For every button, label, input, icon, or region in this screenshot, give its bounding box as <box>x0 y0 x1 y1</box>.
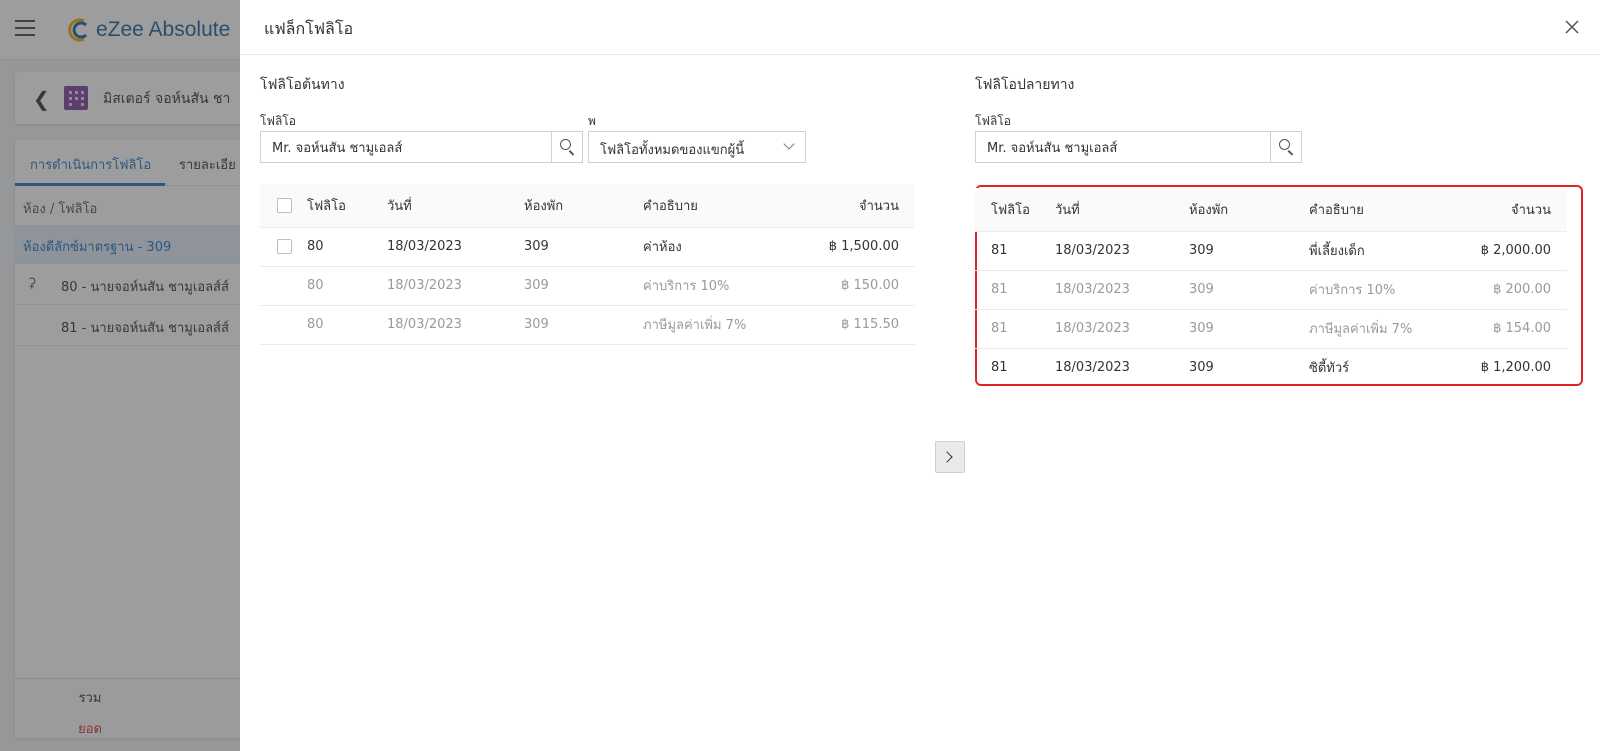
destination-folio-title: โฟลิโอปลายทาง <box>975 77 1075 93</box>
col-date: วันที่ <box>1055 188 1189 232</box>
cell-description: พี่เลี้ยงเด็ก <box>1309 231 1437 271</box>
chevron-down-icon <box>783 138 795 150</box>
cell-amount: ฿ 200.00 <box>1437 270 1567 310</box>
cell-description: ภาษีมูลค่าเพิ่ม 7% <box>1309 309 1437 349</box>
col-description: คำอธิบาย <box>1309 188 1437 232</box>
cell-room: 309 <box>524 305 643 345</box>
destination-search-button[interactable] <box>1270 132 1301 162</box>
cell-date: 18/03/2023 <box>1055 270 1189 310</box>
cell-folio: 81 <box>991 360 1008 376</box>
cell-room: 309 <box>524 227 643 267</box>
destination-folio-input[interactable] <box>976 132 1270 162</box>
table-row: 80 18/03/2023 309 ภาษีมูลค่าเพิ่ม 7% ฿ 1… <box>260 305 915 345</box>
cell-folio: 81 <box>975 270 1055 310</box>
source-folio-input[interactable] <box>261 132 551 162</box>
cell-amount: ฿ 150.00 <box>785 266 915 306</box>
cell-description: ซิตี้ทัวร์ <box>1309 361 1350 377</box>
cell-description: ภาษีมูลค่าเพิ่ม 7% <box>643 305 785 345</box>
destination-folio-search <box>975 131 1302 163</box>
cell-amount: ฿ 2,000.00 <box>1437 231 1567 271</box>
col-folio: โฟลิโอ <box>307 184 387 228</box>
cell-room: 309 <box>524 266 643 306</box>
table-header-row: โฟลิโอ วันที่ ห้องพัก คำอธิบาย จำนวน <box>975 188 1567 232</box>
cell-date: 18/03/2023 <box>1055 309 1189 349</box>
row-checkbox[interactable] <box>277 239 292 254</box>
drawer-header: แฟล็กโฟลิโอ <box>240 0 1600 55</box>
table-row: 80 18/03/2023 309 ค่าบริการ 10% ฿ 150.00 <box>260 266 915 306</box>
col-folio: โฟลิโอ <box>975 188 1055 232</box>
table-row: 81 18/03/2023 309 พี่เลี้ยงเด็ก ฿ 2,000.… <box>975 231 1567 271</box>
cell-room: 309 <box>1189 360 1214 376</box>
cell-date: 18/03/2023 <box>387 266 524 306</box>
cell-amount: ฿ 1,500.00 <box>785 227 915 267</box>
col-date: วันที่ <box>387 184 524 228</box>
destination-transactions-table: โฟลิโอ วันที่ ห้องพัก คำอธิบาย จำนวน 81 … <box>975 188 1567 387</box>
table-row: 81 18/03/2023 309 ค่าบริการ 10% ฿ 200.00 <box>975 270 1567 310</box>
destination-folio-label: โฟลิโอ <box>975 114 1011 128</box>
col-amount: จำนวน <box>1437 188 1567 232</box>
col-room: ห้องพัก <box>1189 188 1309 232</box>
cell-date: 18/03/2023 <box>1055 360 1130 376</box>
cell-room: 309 <box>1189 231 1309 271</box>
col-amount: จำนวน <box>785 184 915 228</box>
cell-folio: 81 <box>975 231 1055 271</box>
cell-amount: ฿ 154.00 <box>1437 309 1567 349</box>
col-description: คำอธิบาย <box>643 184 785 228</box>
cell-amount: ฿ 1,200.00 <box>1480 360 1551 376</box>
cell-folio: 81 <box>975 309 1055 349</box>
filter-value: โฟลิโอทั้งหมดของแขกผู้นี้ <box>600 143 745 158</box>
cell-room: 309 <box>1189 309 1309 349</box>
cell-folio: 80 <box>307 266 387 306</box>
cell-date: 18/03/2023 <box>387 227 524 267</box>
search-icon <box>560 139 571 150</box>
drawer-title: แฟล็กโฟลิโอ <box>264 19 354 38</box>
cell-date: 18/03/2023 <box>1055 231 1189 271</box>
source-folio-search <box>260 131 583 163</box>
cell-folio: 80 <box>307 305 387 345</box>
flag-folio-drawer: แฟล็กโฟลิโอ โฟลิโอต้นทาง โฟลิโอ พ โฟลิโอ… <box>240 0 1600 751</box>
source-folio-label: โฟลิโอ <box>260 114 296 128</box>
chevron-right-icon <box>941 451 953 463</box>
search-icon <box>1279 139 1290 150</box>
select-all-checkbox[interactable] <box>277 197 292 213</box>
close-icon[interactable] <box>1561 16 1583 38</box>
move-to-destination-button[interactable] <box>935 441 965 473</box>
cell-description: ค่าห้อง <box>643 227 785 267</box>
col-room: ห้องพัก <box>524 184 643 228</box>
cell-description: ค่าบริการ 10% <box>643 266 785 306</box>
cell-amount: ฿ 115.50 <box>785 305 915 345</box>
table-row[interactable]: 80 18/03/2023 309 ค่าห้อง ฿ 1,500.00 <box>260 227 915 267</box>
cell-date: 18/03/2023 <box>387 305 524 345</box>
table-row: 81 18/03/2023 309 ภาษีมูลค่าเพิ่ม 7% ฿ 1… <box>975 309 1567 349</box>
cell-folio: 80 <box>307 227 387 267</box>
table-row: 81 18/03/2023 309 ซิตี้ทัวร์ ฿ 1,200.00 <box>975 348 1567 387</box>
folio-filter-select[interactable]: โฟลิโอทั้งหมดของแขกผู้นี้ <box>588 131 806 163</box>
cell-description: ค่าบริการ 10% <box>1309 270 1437 310</box>
source-search-button[interactable] <box>551 132 582 162</box>
table-header-row: โฟลิโอ วันที่ ห้องพัก คำอธิบาย จำนวน <box>260 184 915 228</box>
source-folio-title: โฟลิโอต้นทาง <box>260 77 345 93</box>
source-transactions-table: โฟลิโอ วันที่ ห้องพัก คำอธิบาย จำนวน 80 … <box>260 184 915 345</box>
filter-label: พ <box>588 114 596 128</box>
cell-room: 309 <box>1189 270 1309 310</box>
